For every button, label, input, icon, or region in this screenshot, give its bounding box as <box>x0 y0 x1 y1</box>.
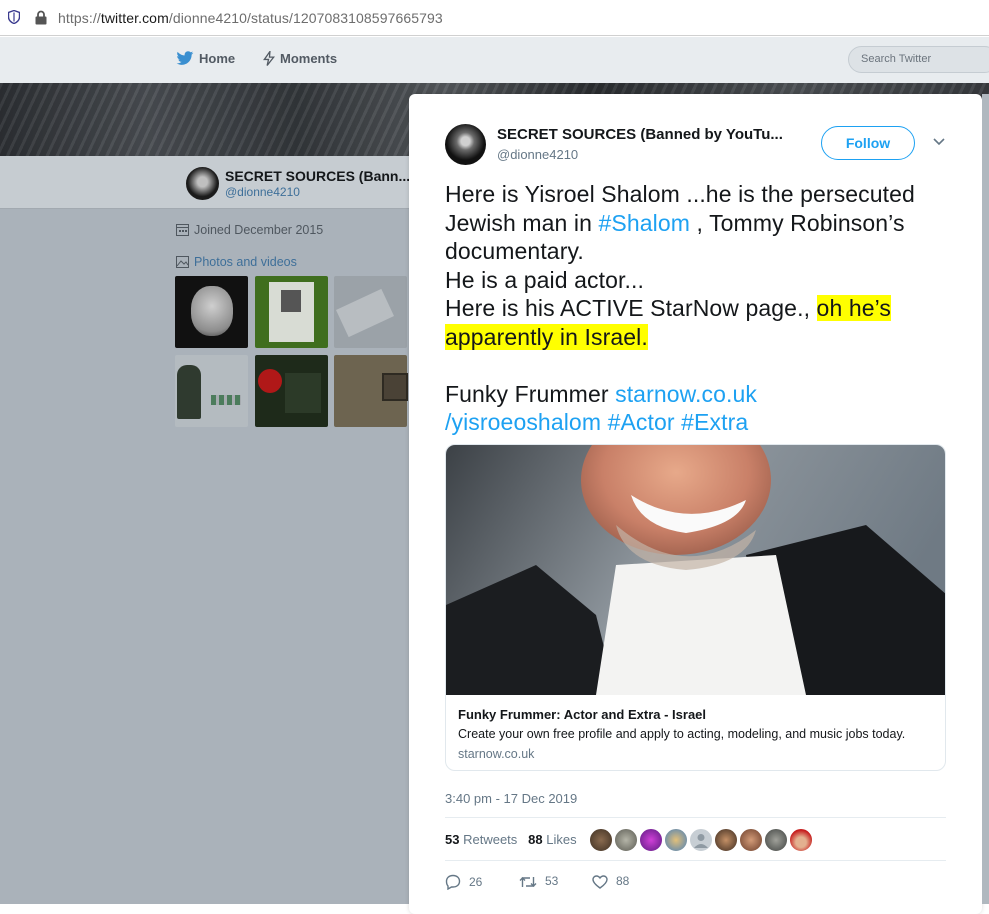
tweet-timestamp[interactable]: 3:40 pm - 17 Dec 2019 <box>445 791 577 806</box>
liker-avatar[interactable] <box>589 828 613 852</box>
profile-handle[interactable]: @dionne4210 <box>225 185 300 199</box>
url-text[interactable]: https://twitter.com/dionne4210/status/12… <box>58 10 443 26</box>
tweet-stats: 53 Retweets 88 Likes <box>445 832 577 847</box>
tweet-line: /yisroeoshalom #Actor #Extra <box>445 408 955 437</box>
reply-icon <box>445 874 461 891</box>
media-thumbnail[interactable] <box>255 355 328 427</box>
follow-button[interactable]: Follow <box>821 126 915 160</box>
liker-avatar[interactable] <box>614 828 638 852</box>
joined-date: Joined December 2015 <box>176 223 323 237</box>
liker-avatar[interactable] <box>789 828 813 852</box>
search-input[interactable]: Search Twitter <box>848 46 989 73</box>
link-card[interactable]: Funky Frummer: Actor and Extra - Israel … <box>445 444 946 771</box>
tweet-line: Here is Yisroel Shalom ...he is the pers… <box>445 181 915 207</box>
highlighted-text: apparently in Israel. <box>445 323 648 350</box>
reply-action[interactable]: 26 <box>445 874 482 891</box>
card-image[interactable] <box>446 445 946 695</box>
chevron-down-icon[interactable] <box>933 138 945 146</box>
tweet-line: apparently in Israel. <box>445 323 955 352</box>
tweet-line: He is a paid actor... <box>445 266 644 293</box>
hashtag-link[interactable]: #Actor <box>608 409 675 435</box>
tweet-text: Here is Yisroel Shalom ...he is the pers… <box>445 180 955 437</box>
twitter-bird-icon <box>176 51 194 65</box>
calendar-icon <box>176 224 189 236</box>
likes-stat[interactable]: 88 Likes <box>528 832 576 847</box>
heart-icon <box>592 875 608 889</box>
card-description: Create your own free profile and apply t… <box>458 727 906 741</box>
profile-name[interactable]: SECRET SOURCES (Bann... <box>225 168 410 184</box>
image-icon <box>176 256 189 268</box>
liker-avatar[interactable] <box>664 828 688 852</box>
divider <box>445 817 946 818</box>
lightning-icon <box>263 49 276 66</box>
photos-and-videos-link[interactable]: Photos and videos <box>176 255 297 269</box>
browser-url-bar[interactable]: https://twitter.com/dionne4210/status/12… <box>0 0 989 36</box>
background-right-column <box>982 94 989 904</box>
liker-avatar[interactable] <box>714 828 738 852</box>
author-name[interactable]: SECRET SOURCES (Banned by YouTu... <box>497 126 783 143</box>
liker-avatar[interactable] <box>739 828 763 852</box>
retweets-stat[interactable]: 53 Retweets <box>445 832 517 847</box>
hashtag-link[interactable]: #Shalom <box>599 210 690 236</box>
tweet-line: Jewish man in #Shalom , Tommy Robinson’s <box>445 209 905 236</box>
highlighted-text: oh he’s <box>816 295 891 321</box>
retweet-icon <box>519 877 537 887</box>
media-thumbnail[interactable] <box>334 276 407 348</box>
retweet-action[interactable]: 53 <box>519 874 558 889</box>
media-thumbnail[interactable] <box>255 276 328 348</box>
media-thumbnail[interactable] <box>175 355 248 427</box>
media-thumbnail[interactable] <box>334 355 408 427</box>
url-link[interactable]: /yisroeoshalom <box>445 409 601 435</box>
tweet-line: documentary. <box>445 238 584 264</box>
card-title[interactable]: Funky Frummer: Actor and Extra - Israel <box>458 707 706 722</box>
like-action[interactable]: 88 <box>592 874 629 889</box>
avatar[interactable] <box>184 165 221 202</box>
tweet-modal: SECRET SOURCES (Banned by YouTu... @dion… <box>409 94 982 914</box>
liker-avatar[interactable] <box>689 828 713 852</box>
card-domain: starnow.co.uk <box>458 747 535 761</box>
liker-avatar[interactable] <box>764 828 788 852</box>
default-profile-icon <box>694 834 708 848</box>
tweet-line <box>445 351 955 380</box>
url-link[interactable]: starnow.co.uk <box>615 381 757 407</box>
divider <box>445 860 946 861</box>
avatar[interactable] <box>445 124 486 165</box>
hashtag-link[interactable]: #Extra <box>681 409 748 435</box>
media-thumbnail[interactable] <box>175 276 248 348</box>
nav-moments[interactable]: Moments <box>263 49 337 66</box>
liker-avatar[interactable] <box>639 828 663 852</box>
nav-home[interactable]: Home <box>176 51 235 66</box>
author-handle[interactable]: @dionne4210 <box>497 147 578 162</box>
tweet-line: Funky Frummer starnow.co.uk <box>445 380 758 407</box>
lock-icon[interactable] <box>34 10 48 25</box>
tweet-line: Here is his ACTIVE StarNow page., oh he’… <box>445 295 891 321</box>
top-navigation: Home Moments Search Twitter <box>0 37 989 83</box>
shield-icon[interactable] <box>8 10 20 24</box>
